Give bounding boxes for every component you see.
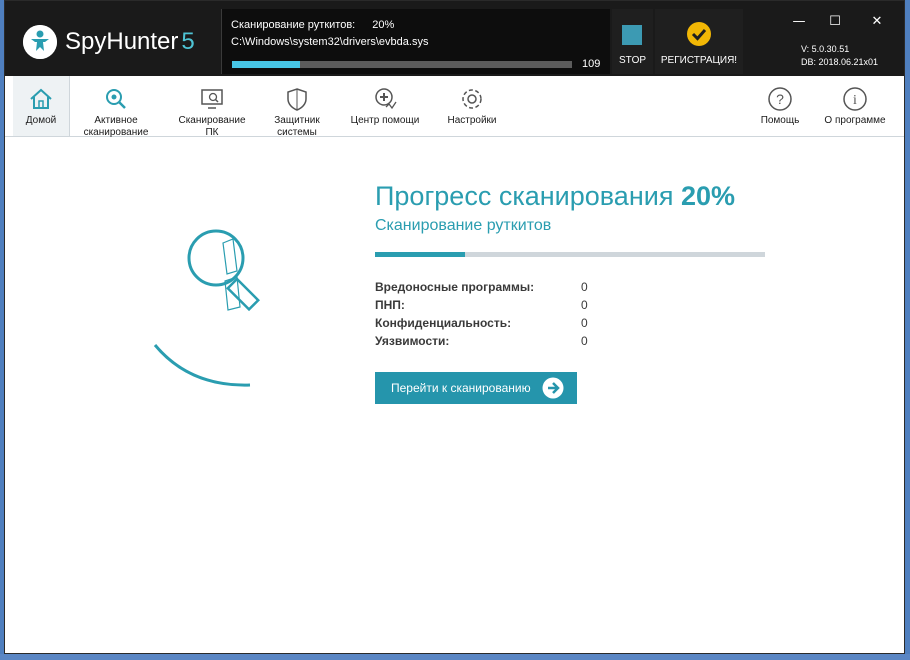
stop-icon (622, 25, 642, 45)
scan-status-label: Сканирование руткитов: (231, 19, 356, 31)
checkmark-icon (687, 22, 711, 50)
info-icon: i (843, 87, 867, 111)
page-title-percent: 20% (680, 181, 735, 211)
stop-button-label: STOP (618, 55, 647, 66)
stop-button[interactable]: STOP (612, 9, 653, 74)
toolbar-help-label: Помощь (760, 115, 800, 126)
stat-privacy-value: 0 (581, 316, 588, 330)
header: SpyHunter 5 Сканирование руткитов: 20% C… (5, 1, 904, 76)
scan-current-file: C:\Windows\system32\drivers\evbda.sys (231, 36, 429, 48)
scan-status-percent: 20% (372, 19, 395, 31)
scan-item-count: 109 (582, 58, 601, 70)
stat-privacy-label: Конфиденциальность: (375, 316, 512, 330)
toolbar-pc-scan[interactable]: Сканирование ПК (171, 76, 253, 138)
toolbar-help[interactable]: ? Помощь (755, 76, 805, 136)
svg-text:i: i (853, 93, 857, 108)
main-progress-fill (375, 252, 465, 257)
go-to-scan-button[interactable]: Перейти к сканированию (375, 372, 577, 404)
main-content: Прогресс сканирования 20% Сканирование р… (5, 137, 904, 653)
scan-progress-fill (232, 61, 300, 68)
page-subtitle: Сканирование руткитов (375, 217, 552, 234)
app-version-digit: 5 (181, 28, 195, 55)
toolbar-settings[interactable]: Настройки (441, 76, 503, 136)
arrow-right-icon (542, 377, 564, 399)
register-button-label: РЕГИСТРАЦИЯ! (660, 55, 738, 66)
pc-scan-icon (201, 89, 223, 109)
home-icon (30, 88, 52, 109)
stat-malware-value: 0 (581, 280, 588, 294)
toolbar-help-center[interactable]: Центр помощи (343, 76, 427, 136)
app-version: V: 5.0.30.51 (801, 44, 850, 54)
register-button[interactable]: РЕГИСТРАЦИЯ! (655, 9, 743, 74)
page-title: Прогресс сканирования 20% (375, 181, 735, 212)
toolbar-about-label: О программе (824, 115, 886, 126)
spyhunter-logo-icon (23, 25, 57, 59)
scan-progress-bar (232, 61, 572, 68)
app-logo: SpyHunter 5 (23, 25, 195, 59)
version-info: V: 5.0.30.51 DB: 2018.06.21x01 (801, 43, 878, 69)
toolbar: Домой Активное сканирование Сканирование (5, 76, 904, 138)
db-version: DB: 2018.06.21x01 (801, 57, 879, 67)
main-progress-bar (375, 252, 765, 257)
close-button[interactable]: ✕ (859, 9, 895, 35)
toolbar-system-guard-label: Защитник системы (274, 115, 320, 138)
svg-text:?: ? (776, 91, 784, 107)
go-to-scan-label: Перейти к сканированию (391, 381, 531, 395)
maximize-button[interactable]: ☐ (817, 9, 853, 35)
help-center-icon (375, 88, 397, 110)
stat-malware-label: Вредоносные программы: (375, 280, 535, 294)
app-window: SpyHunter 5 Сканирование руткитов: 20% C… (4, 0, 905, 654)
app-name: SpyHunter (65, 28, 179, 55)
scan-magnifier-illustration (153, 229, 260, 387)
stat-pup-label: ПНП: (375, 298, 405, 312)
help-icon: ? (768, 87, 792, 111)
shield-icon (287, 88, 307, 111)
toolbar-active-scan[interactable]: Активное сканирование (75, 76, 157, 138)
minimize-button[interactable]: — (781, 9, 817, 35)
toolbar-help-center-label: Центр помощи (350, 115, 420, 126)
stat-vulnerabilities-label: Уязвимости: (375, 334, 450, 348)
stat-pup-value: 0 (581, 298, 588, 312)
toolbar-system-guard[interactable]: Защитник системы (261, 76, 333, 138)
stat-vulnerabilities-value: 0 (581, 334, 588, 348)
toolbar-about[interactable]: i О программе (819, 76, 891, 136)
scan-status-panel: Сканирование руткитов: 20% C:\Windows\sy… (221, 9, 610, 74)
page-title-text: Прогресс сканирования (375, 181, 674, 211)
toolbar-settings-label: Настройки (447, 115, 497, 126)
active-scan-icon (106, 89, 126, 109)
desktop-background-bottom (0, 654, 910, 660)
scan-status-line: Сканирование руткитов: 20% (231, 19, 394, 31)
toolbar-home-label: Домой (25, 115, 57, 126)
toolbar-active-scan-label: Активное сканирование (83, 115, 149, 138)
toolbar-home[interactable]: Домой (13, 76, 70, 136)
gear-icon (462, 89, 482, 109)
desktop-background-right (905, 0, 910, 660)
toolbar-pc-scan-label: Сканирование ПК (178, 115, 246, 138)
